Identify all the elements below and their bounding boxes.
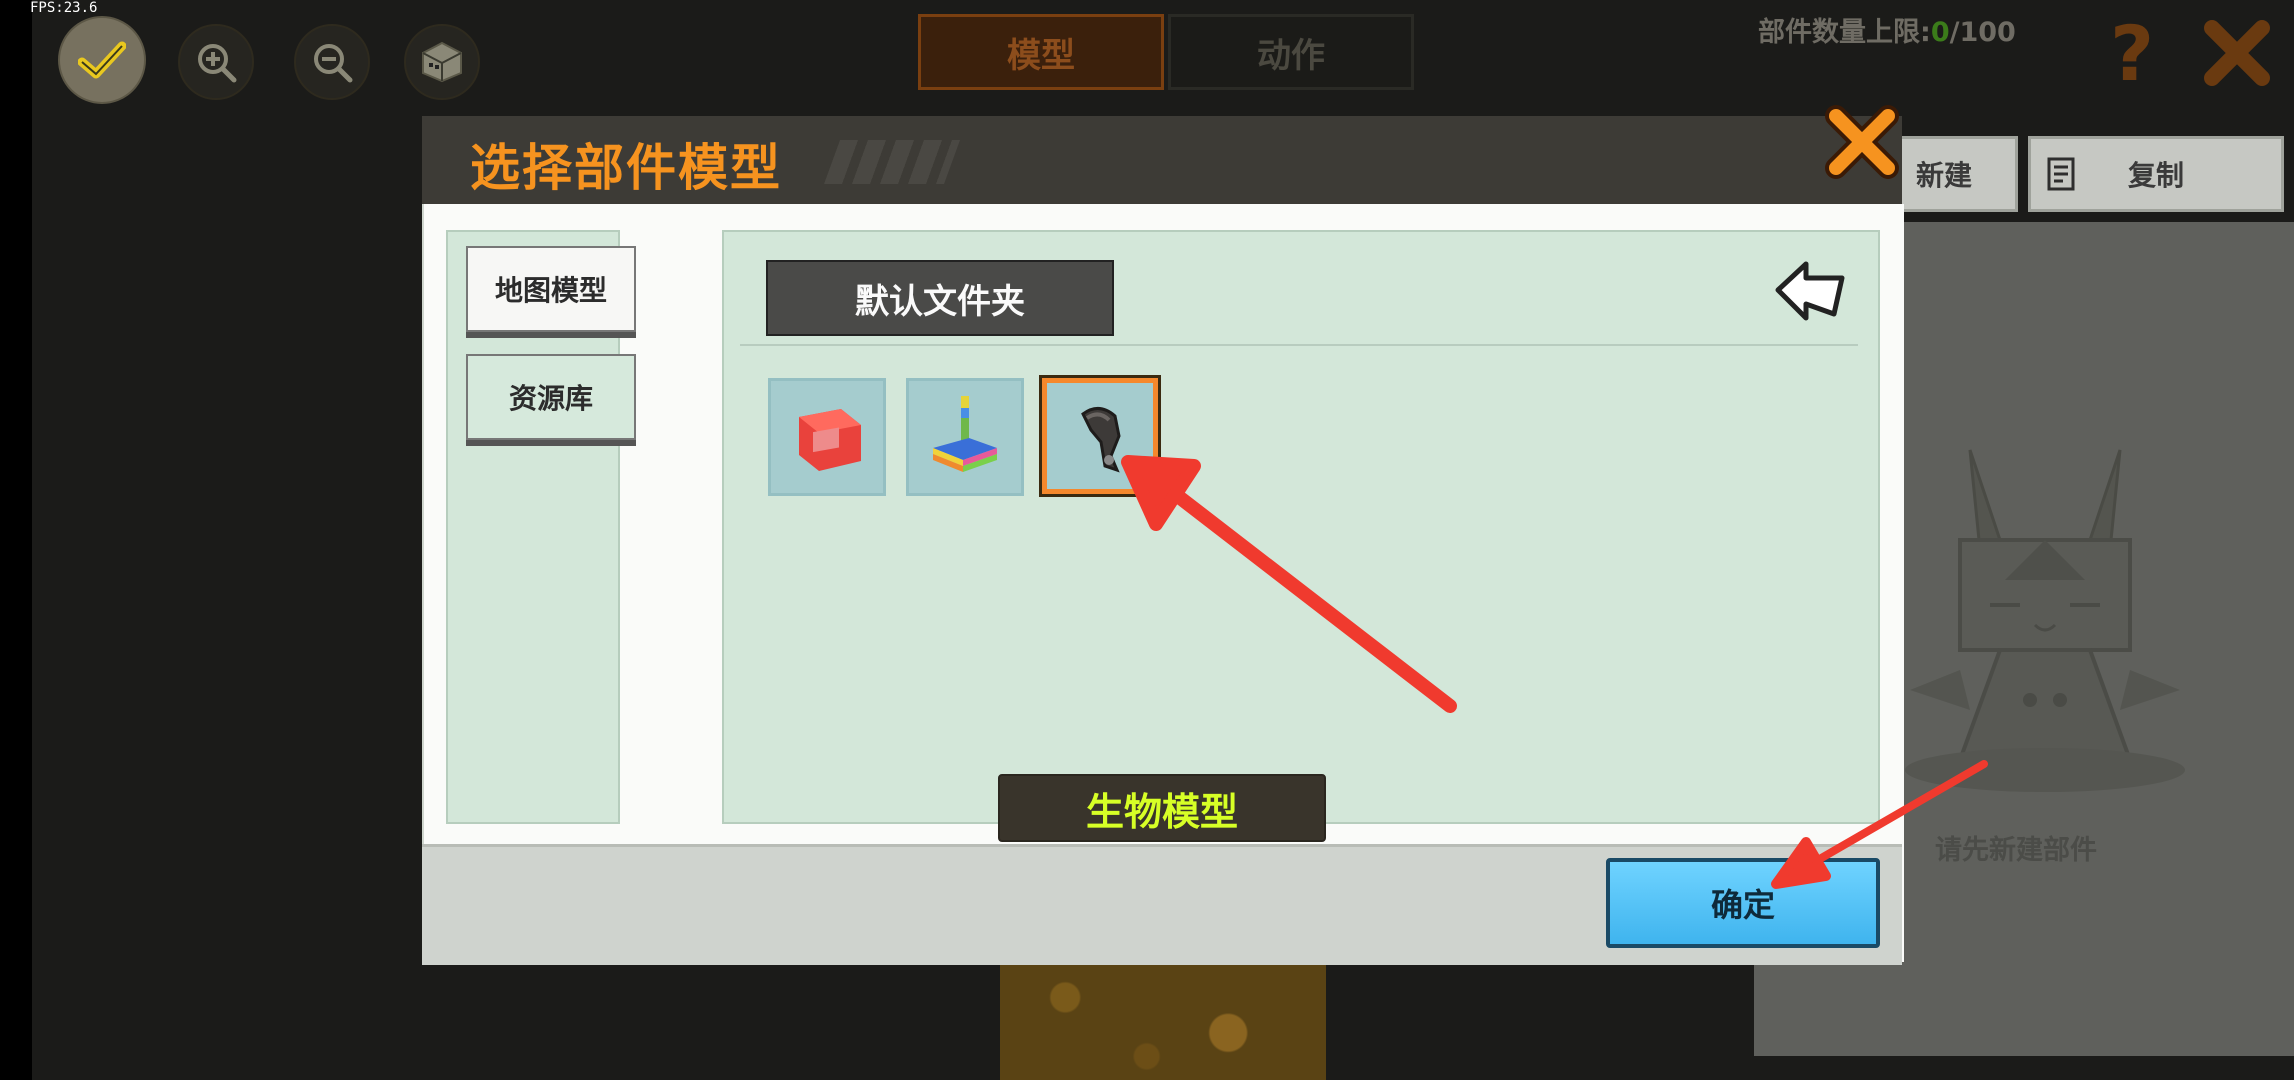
- tab-model[interactable]: 模型: [918, 14, 1164, 90]
- question-mark-icon: ?: [2110, 9, 2154, 98]
- folder-button[interactable]: 默认文件夹: [766, 260, 1114, 336]
- copy-part-button[interactable]: 复制: [2028, 136, 2284, 212]
- empty-mascot-illustration: [1880, 440, 2210, 804]
- part-limit-current: 0: [1930, 17, 1950, 48]
- model-tooltip: 生物模型: [998, 774, 1326, 842]
- dialog-close-button[interactable]: [1822, 102, 1902, 186]
- panel-divider: [740, 344, 1858, 346]
- confirm-edit-button[interactable]: [58, 16, 146, 104]
- zoom-in-icon: [198, 44, 237, 83]
- model-item-selected[interactable]: [1039, 375, 1161, 497]
- category-resource-library[interactable]: 资源库: [466, 354, 636, 440]
- copy-icon: [2047, 157, 2075, 191]
- new-part-label: 新建: [1915, 159, 1972, 192]
- view-cube-button[interactable]: [404, 24, 480, 100]
- exit-button[interactable]: [2204, 20, 2270, 90]
- fps-counter: FPS:23.6: [30, 0, 98, 16]
- select-part-model-dialog: 选择部件模型 地图模型 资源库 默认文件夹 生物模型 确定: [422, 105, 1904, 965]
- dialog-title: 选择部件模型: [470, 139, 782, 197]
- confirm-button[interactable]: 确定: [1606, 858, 1880, 948]
- help-button[interactable]: ?: [2104, 9, 2168, 98]
- empty-parts-message: 请先新建部件: [1935, 835, 2097, 866]
- close-x-icon: [2204, 20, 2270, 86]
- header-decoration: [823, 140, 961, 184]
- ground-texture: [1000, 962, 1326, 1080]
- back-button[interactable]: [1772, 256, 1848, 330]
- copy-part-label: 复制: [2127, 159, 2184, 192]
- creature-tail-icon: [1081, 407, 1121, 473]
- svg-text:?: ?: [2110, 18, 2154, 88]
- model-item[interactable]: [906, 378, 1024, 496]
- zoom-in-button[interactable]: [178, 24, 254, 100]
- back-arrow-icon: [1775, 261, 1845, 321]
- left-edge-bar: [0, 0, 32, 1080]
- part-limit-label: 部件数量上限:: [1758, 17, 1931, 48]
- category-map-models[interactable]: 地图模型: [466, 246, 636, 332]
- cube-face-icon: [422, 41, 462, 83]
- red-frame-block-icon: [799, 409, 861, 471]
- tab-action[interactable]: 动作: [1168, 14, 1414, 90]
- close-icon: [1825, 105, 1899, 179]
- zoom-out-button[interactable]: [294, 24, 370, 100]
- part-limit-counter: 部件数量上限:0/100: [1758, 10, 2016, 49]
- model-item[interactable]: [768, 378, 886, 496]
- checkmark-icon: [78, 41, 126, 79]
- rainbow-lever-icon: [933, 396, 997, 472]
- part-limit-max: /100: [1949, 17, 2016, 48]
- zoom-out-icon: [314, 44, 353, 83]
